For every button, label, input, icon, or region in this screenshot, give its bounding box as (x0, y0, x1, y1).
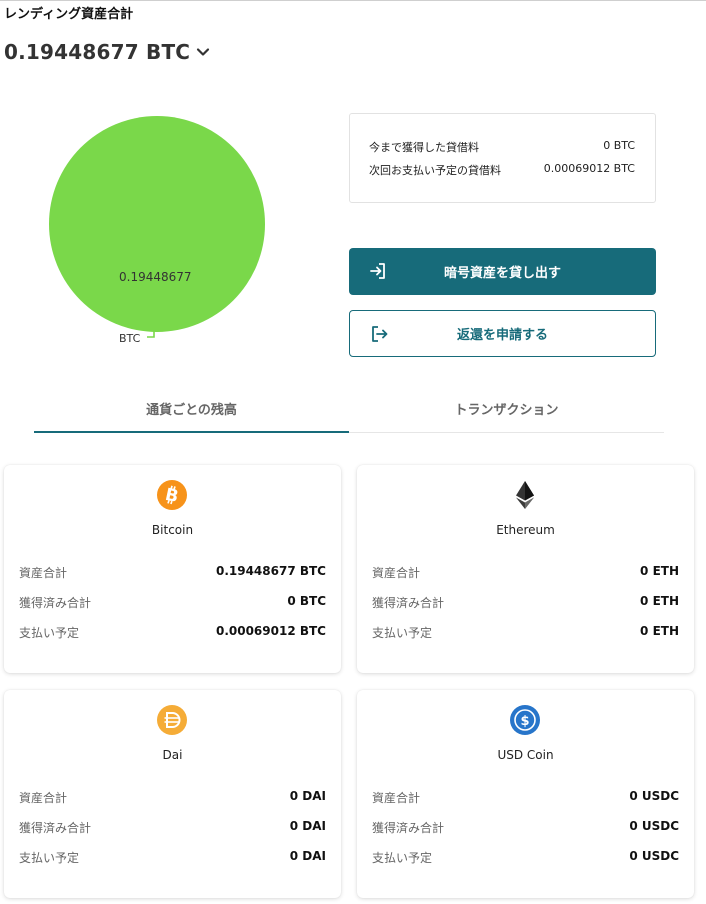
total-label: 資産合計 (372, 566, 421, 580)
tab-transactions[interactable]: トランザクション (349, 384, 664, 432)
earned-value: 0 USDC (629, 819, 679, 833)
pie-chart-svg (49, 116, 265, 338)
total-row: 資産合計 0 USDC (372, 789, 679, 806)
earned-row: 獲得済み合計 0 USDC (372, 819, 679, 836)
scheduled-label: 支払い予定 (19, 851, 80, 865)
earned-value: 0 ETH (640, 594, 679, 608)
earned-fee-value: 0 BTC (603, 139, 635, 152)
currency-card-ethereum: Ethereum 資産合計 0 ETH 獲得済み合計 0 ETH 支払い予定 0… (357, 465, 694, 673)
scheduled-value: 0.00069012 BTC (215, 624, 326, 638)
total-value: 0 ETH (640, 564, 679, 578)
total-label: 資産合計 (19, 566, 68, 580)
scheduled-value: 0 ETH (640, 624, 679, 638)
earned-row: 獲得済み合計 0 BTC (19, 594, 326, 611)
currency-card-bitcoin: B Bitcoin 資産合計 0.19448677 BTC 獲得済み合計 0 B… (4, 465, 341, 673)
lend-crypto-button[interactable]: 暗号資産を貸し出す (349, 248, 656, 295)
scheduled-label: 支払い予定 (19, 626, 80, 640)
top-divider (0, 0, 706, 1)
scheduled-value: 0 DAI (289, 849, 326, 863)
total-row: 資産合計 0 DAI (19, 789, 326, 806)
total-value: 0 USDC (629, 789, 679, 803)
earned-fee-row: 今まで獲得した貸借料 0 BTC (369, 139, 635, 155)
asset-pie-chart: 0.19448677 BTC (46, 113, 268, 353)
earned-label: 獲得済み合計 (19, 596, 92, 610)
next-fee-row: 次回お支払い予定の貸借料 0.00069012 BTC (369, 162, 635, 178)
request-return-button[interactable]: 返還を申請する (349, 310, 656, 357)
earned-fee-label: 今まで獲得した貸借料 (369, 141, 479, 154)
total-asset-selector[interactable]: 0.19448677 BTC (4, 40, 210, 64)
scheduled-value: 0 USDC (629, 849, 679, 863)
scheduled-row: 支払い予定 0 USDC (372, 849, 679, 866)
next-fee-value: 0.00069012 BTC (543, 162, 635, 175)
coin-name: Dai (162, 748, 183, 762)
active-tab-indicator (34, 431, 349, 433)
scheduled-row: 支払い予定 0 ETH (372, 624, 679, 641)
earned-label: 獲得済み合計 (19, 821, 92, 835)
earned-value: 0 BTC (287, 594, 326, 608)
pie-category-label: BTC (119, 332, 141, 345)
total-value: 0 DAI (289, 789, 326, 803)
lend-crypto-label: 暗号資産を貸し出す (443, 266, 561, 281)
earned-label: 獲得済み合計 (372, 596, 445, 610)
scheduled-row: 支払い予定 0 DAI (19, 849, 326, 866)
earned-row: 獲得済み合計 0 DAI (19, 819, 326, 836)
tab-balance-by-currency[interactable]: 通貨ごとの残高 (34, 384, 349, 432)
dai-icon (157, 705, 187, 735)
next-fee-label: 次回お支払い予定の貸借料 (369, 164, 501, 177)
pie-slice-btc[interactable] (49, 116, 265, 332)
scheduled-label: 支払い予定 (372, 626, 433, 640)
currency-card-usd-coin: $ USD Coin 資産合計 0 USDC 獲得済み合計 0 USDC 支払い… (357, 690, 694, 898)
total-row: 資産合計 0 ETH (372, 564, 679, 581)
earned-row: 獲得済み合計 0 ETH (372, 594, 679, 611)
total-label: 資産合計 (19, 791, 68, 805)
usd-coin-icon: $ (510, 705, 540, 735)
coin-name: Bitcoin (151, 523, 194, 537)
coin-name: USD Coin (497, 748, 554, 762)
total-row: 資産合計 0.19448677 BTC (19, 564, 326, 581)
login-arrow-icon (370, 263, 385, 279)
total-label: 資産合計 (372, 791, 421, 805)
scheduled-label: 支払い予定 (372, 851, 433, 865)
currency-card-dai: Dai 資産合計 0 DAI 獲得済み合計 0 DAI 支払い予定 0 DAI (4, 690, 341, 898)
ethereum-icon (516, 481, 534, 509)
total-value: 0.19448677 BTC (215, 564, 326, 578)
logout-arrow-icon (372, 326, 388, 342)
svg-text:$: $ (520, 714, 529, 729)
page-title: レンディング資産合計 (4, 7, 134, 22)
lending-fee-summary: 今まで獲得した貸借料 0 BTC 次回お支払い予定の貸借料 0.00069012… (349, 113, 656, 203)
bitcoin-icon: B (157, 480, 187, 510)
scheduled-row: 支払い予定 0.00069012 BTC (19, 624, 326, 641)
total-asset-value: 0.19448677 BTC (4, 40, 191, 64)
chevron-down-icon (197, 48, 210, 56)
earned-value: 0 DAI (289, 819, 326, 833)
pie-data-label: 0.19448677 (119, 270, 192, 284)
earned-label: 獲得済み合計 (372, 821, 445, 835)
request-return-label: 返還を申請する (456, 328, 548, 343)
coin-name: Ethereum (496, 523, 555, 537)
